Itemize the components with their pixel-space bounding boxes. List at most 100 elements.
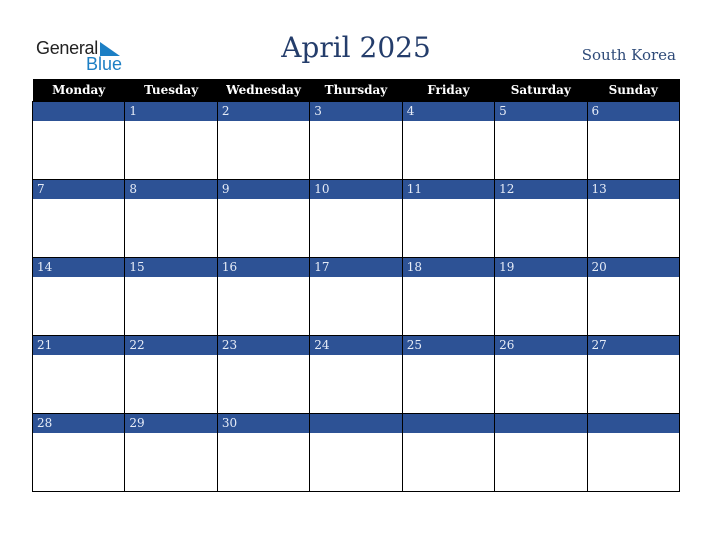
day-cell[interactable]: 23: [216, 335, 311, 414]
day-notes-area[interactable]: [310, 199, 402, 257]
day-cell[interactable]: 25: [401, 335, 496, 414]
day-notes-area[interactable]: [125, 277, 217, 335]
day-number: 17: [310, 258, 402, 277]
day-notes-area[interactable]: [217, 199, 310, 257]
day-cell[interactable]: 27: [586, 335, 681, 414]
day-cell[interactable]: 2: [216, 101, 311, 180]
day-notes-area[interactable]: [587, 121, 679, 179]
day-number: 13: [587, 180, 679, 199]
day-number: 1: [125, 102, 217, 121]
day-cell[interactable]: 24: [309, 335, 403, 414]
day-notes-area[interactable]: [402, 277, 495, 335]
day-notes-area[interactable]: [33, 355, 125, 413]
day-cell[interactable]: 13: [586, 179, 681, 258]
day-cell[interactable]: [401, 413, 496, 492]
day-notes-area[interactable]: [217, 433, 310, 491]
weekday-header: Monday: [32, 79, 125, 102]
week-row: 14 15 16 17 18 19 20: [31, 257, 681, 336]
day-number: 19: [495, 258, 587, 277]
day-notes-area[interactable]: [587, 433, 679, 491]
day-cell[interactable]: 3: [309, 101, 403, 180]
day-notes-area[interactable]: [402, 433, 495, 491]
weekday-header: Thursday: [309, 79, 403, 102]
day-number: 26: [495, 336, 587, 355]
day-number: [402, 414, 495, 433]
day-notes-area[interactable]: [587, 355, 679, 413]
day-notes-area[interactable]: [125, 433, 217, 491]
day-notes-area[interactable]: [217, 121, 310, 179]
day-cell[interactable]: 19: [494, 257, 588, 336]
day-cell[interactable]: [586, 413, 681, 492]
day-cell[interactable]: 8: [124, 179, 218, 258]
day-notes-area[interactable]: [33, 433, 125, 491]
day-cell[interactable]: 16: [216, 257, 311, 336]
day-number: [495, 414, 587, 433]
day-notes-area[interactable]: [33, 121, 125, 179]
week-row: 21 22 23 24 25 26 27: [31, 335, 681, 414]
day-cell[interactable]: 6: [586, 101, 681, 180]
day-cell[interactable]: 26: [494, 335, 588, 414]
day-number: 27: [587, 336, 679, 355]
day-number: [587, 414, 679, 433]
week-row: 28 29 30: [31, 413, 681, 492]
day-cell[interactable]: 1: [124, 101, 218, 180]
day-notes-area[interactable]: [402, 355, 495, 413]
day-cell[interactable]: 14: [31, 257, 126, 336]
day-cell[interactable]: 22: [124, 335, 218, 414]
day-notes-area[interactable]: [33, 277, 125, 335]
day-cell[interactable]: [494, 413, 588, 492]
day-number: 9: [217, 180, 310, 199]
day-cell[interactable]: 17: [309, 257, 403, 336]
day-cell[interactable]: 21: [31, 335, 126, 414]
day-number: 12: [495, 180, 587, 199]
day-notes-area[interactable]: [587, 199, 679, 257]
day-cell[interactable]: 20: [586, 257, 681, 336]
day-cell[interactable]: 9: [216, 179, 311, 258]
day-notes-area[interactable]: [310, 433, 402, 491]
day-number: 28: [33, 414, 125, 433]
day-number: 15: [125, 258, 217, 277]
day-notes-area[interactable]: [217, 277, 310, 335]
day-notes-area[interactable]: [125, 199, 217, 257]
day-notes-area[interactable]: [33, 199, 125, 257]
weekday-header: Saturday: [494, 79, 588, 102]
day-notes-area[interactable]: [495, 355, 587, 413]
day-cell[interactable]: 18: [401, 257, 496, 336]
day-notes-area[interactable]: [402, 199, 495, 257]
day-cell[interactable]: [309, 413, 403, 492]
day-number: 23: [217, 336, 310, 355]
day-cell[interactable]: 12: [494, 179, 588, 258]
day-number: 22: [125, 336, 217, 355]
day-cell[interactable]: 15: [124, 257, 218, 336]
weekday-header: Wednesday: [217, 79, 310, 102]
weekday-header: Sunday: [587, 79, 680, 102]
day-number: 16: [217, 258, 310, 277]
day-number: 8: [125, 180, 217, 199]
day-notes-area[interactable]: [310, 121, 402, 179]
day-cell[interactable]: 4: [401, 101, 496, 180]
day-number: 24: [310, 336, 402, 355]
day-cell[interactable]: [31, 101, 126, 180]
day-number: 10: [310, 180, 402, 199]
day-number: 6: [587, 102, 679, 121]
day-notes-area[interactable]: [125, 121, 217, 179]
day-notes-area[interactable]: [217, 355, 310, 413]
day-cell[interactable]: 28: [31, 413, 126, 492]
day-cell[interactable]: 11: [401, 179, 496, 258]
day-notes-area[interactable]: [587, 277, 679, 335]
day-notes-area[interactable]: [402, 121, 495, 179]
day-cell[interactable]: 10: [309, 179, 403, 258]
day-notes-area[interactable]: [495, 433, 587, 491]
day-cell[interactable]: 29: [124, 413, 218, 492]
day-notes-area[interactable]: [310, 277, 402, 335]
day-notes-area[interactable]: [495, 121, 587, 179]
day-cell[interactable]: 7: [31, 179, 126, 258]
day-notes-area[interactable]: [495, 199, 587, 257]
day-number: [310, 414, 402, 433]
day-notes-area[interactable]: [495, 277, 587, 335]
day-notes-area[interactable]: [310, 355, 402, 413]
day-number: 2: [217, 102, 310, 121]
day-notes-area[interactable]: [125, 355, 217, 413]
day-cell[interactable]: 30: [216, 413, 311, 492]
day-cell[interactable]: 5: [494, 101, 588, 180]
